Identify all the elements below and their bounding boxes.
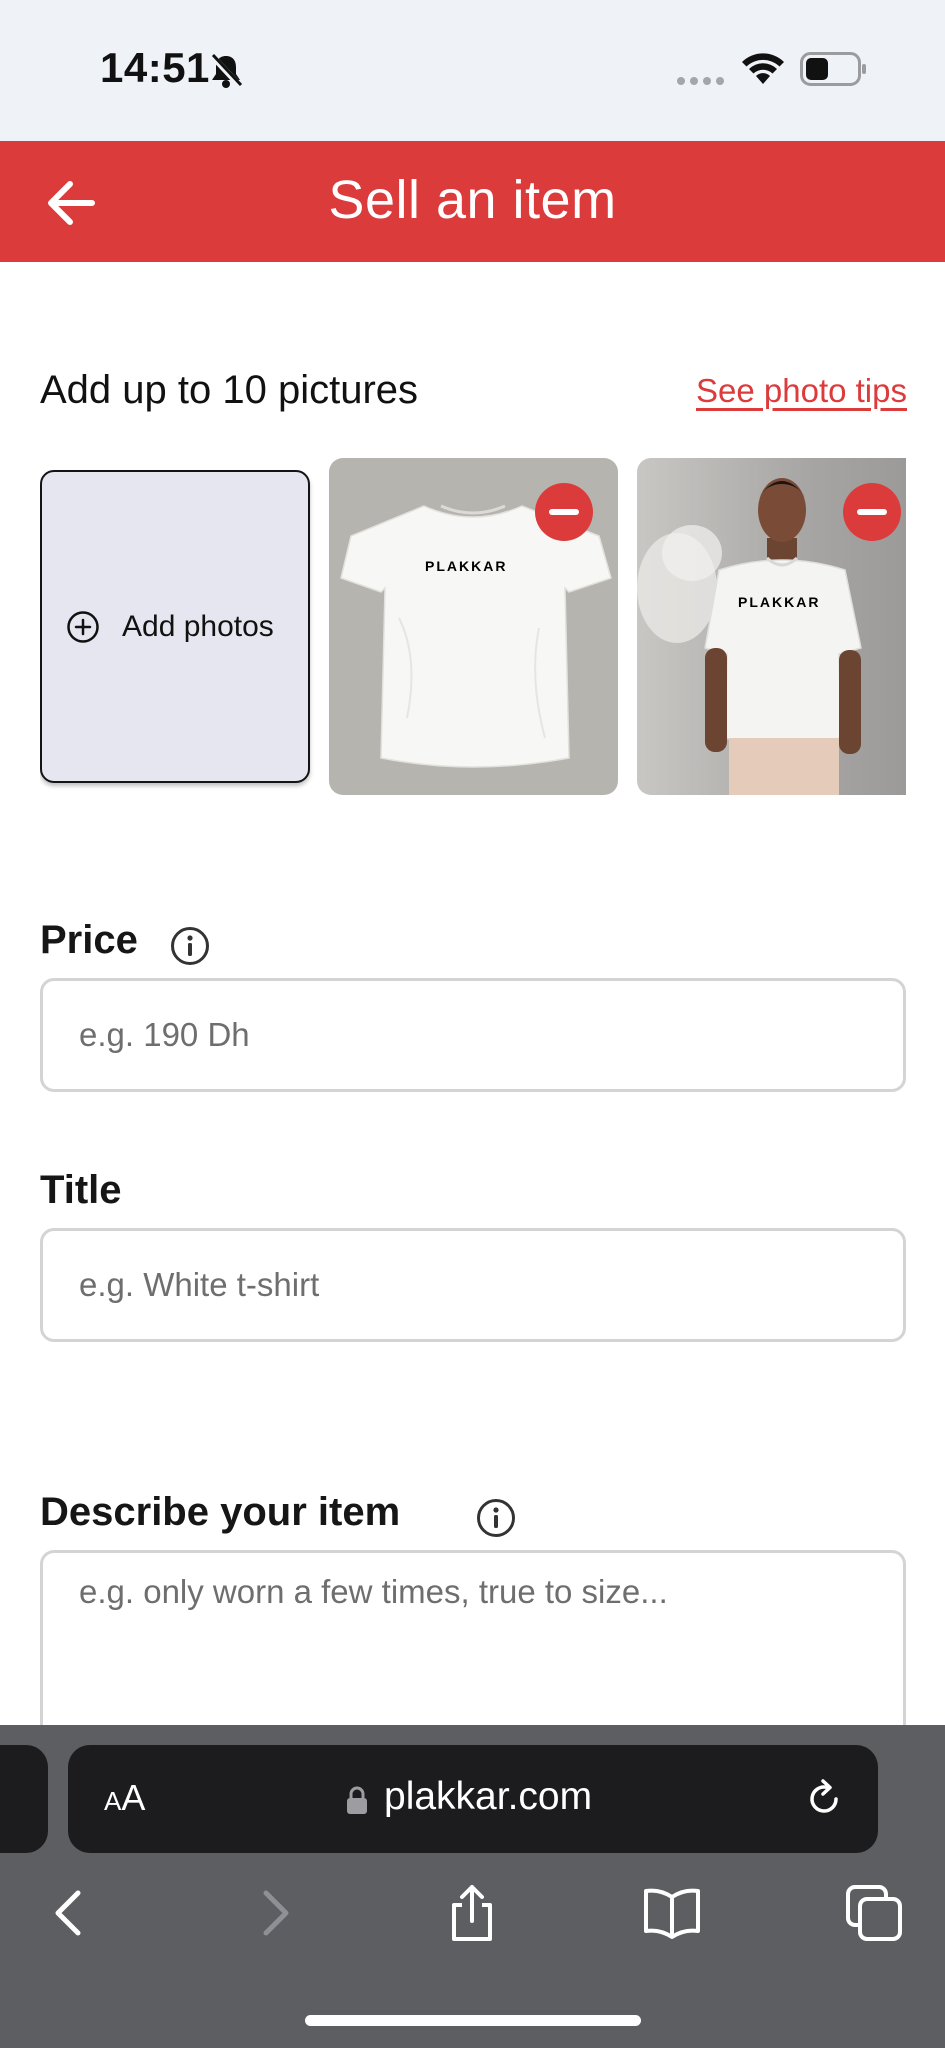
price-input[interactable]	[79, 981, 879, 1089]
url-text[interactable]: plakkar.com	[384, 1775, 592, 1819]
lock-icon	[347, 1786, 367, 1814]
browser-toolbar: AA plakkar.com	[0, 1725, 945, 2048]
wifi-icon	[742, 53, 784, 84]
battery-icon	[800, 52, 866, 86]
share-icon[interactable]	[442, 1883, 502, 1943]
cellular-signal-icon	[677, 77, 724, 85]
model-brand-print: PLAKKAR	[738, 594, 820, 610]
photo-tips-link[interactable]: See photo tips	[696, 372, 907, 410]
status-time: 14:51	[100, 44, 210, 91]
add-photos-button[interactable]: Add photos	[40, 470, 310, 783]
page-title: Sell an item	[328, 170, 617, 230]
title-label: Title	[40, 1168, 122, 1212]
tshirt-brand-print: PLAKKAR	[425, 558, 507, 574]
remove-photo-button[interactable]	[843, 483, 901, 541]
bell-slash-icon	[209, 53, 243, 89]
reload-icon[interactable]	[802, 1777, 846, 1821]
address-bar[interactable]: AA plakkar.com	[68, 1745, 878, 1853]
price-info-icon[interactable]	[170, 926, 210, 966]
photo-thumbnail-tshirt[interactable]: PLAKKAR	[329, 458, 618, 795]
add-photos-label: Add photos	[122, 609, 274, 643]
app-header: Sell an item	[0, 141, 945, 262]
title-input[interactable]	[79, 1231, 879, 1339]
description-info-icon[interactable]	[476, 1498, 516, 1538]
previous-tab-peek[interactable]	[0, 1745, 48, 1853]
photos-heading: Add up to 10 pictures	[40, 368, 419, 412]
photos-carousel[interactable]: Add photos PLAKKAR PLAKKAR	[40, 458, 906, 795]
bookmarks-icon[interactable]	[642, 1883, 702, 1943]
description-input[interactable]	[79, 1573, 879, 1730]
description-label: Describe your item	[40, 1490, 401, 1534]
browser-forward-icon[interactable]	[244, 1883, 304, 1943]
description-field[interactable]	[40, 1550, 906, 1740]
tabs-icon[interactable]	[844, 1883, 904, 1943]
plus-circle-icon	[67, 610, 99, 643]
status-bar: 14:51	[0, 0, 945, 141]
photo-thumbnail-model[interactable]: PLAKKAR	[637, 458, 906, 795]
title-field[interactable]	[40, 1228, 906, 1342]
home-indicator[interactable]	[305, 2015, 641, 2026]
text-size-button[interactable]: AA	[104, 1777, 145, 1819]
price-label: Price	[40, 918, 138, 962]
browser-back-icon[interactable]	[40, 1883, 100, 1943]
remove-photo-button[interactable]	[535, 483, 593, 541]
price-field[interactable]	[40, 978, 906, 1092]
